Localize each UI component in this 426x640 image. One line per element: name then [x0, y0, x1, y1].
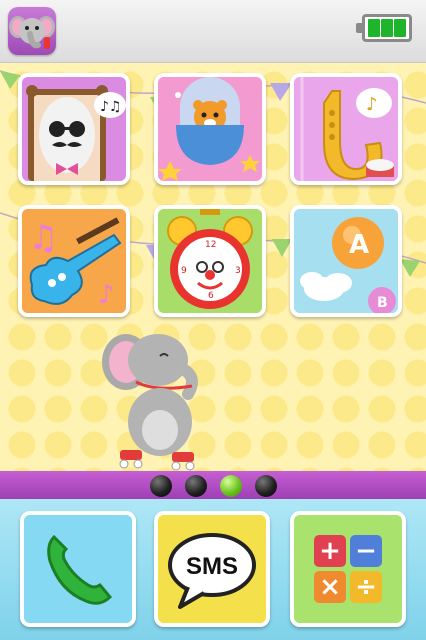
sms-label: SMS — [185, 553, 238, 580]
status-bar — [0, 0, 426, 63]
svg-text:♪: ♪ — [366, 94, 378, 115]
sms-button[interactable]: SMS — [154, 511, 270, 627]
page-dot-active[interactable] — [220, 475, 242, 497]
divide-symbol: ÷ — [355, 572, 377, 602]
calculator-button[interactable]: + − × ÷ — [290, 511, 406, 627]
tiger-capsule-icon — [158, 77, 262, 181]
tile-abc-balloons[interactable]: A B — [290, 205, 402, 317]
battery-cell — [368, 19, 380, 37]
times-symbol: × — [319, 572, 341, 602]
saxophone-drum-icon: ♪ — [294, 77, 398, 181]
plus-symbol: + — [319, 536, 341, 566]
svg-text:9: 9 — [181, 266, 187, 276]
battery-icon — [356, 14, 412, 42]
svg-text:A: A — [349, 230, 369, 260]
calculator-icon: + − × ÷ — [294, 515, 402, 623]
clown-alarm-clock-icon: 12 3 6 9 — [158, 209, 262, 313]
elephant-face-icon[interactable] — [8, 7, 56, 55]
tile-mr-white-portrait[interactable]: ♪♫ — [18, 73, 130, 185]
page-dot[interactable] — [150, 475, 172, 497]
minus-symbol: − — [355, 536, 377, 566]
tile-alarm-clock[interactable]: 12 3 6 9 — [154, 205, 266, 317]
letter-balloons-icon: A B — [294, 209, 398, 313]
dock: SMS + − × ÷ — [0, 499, 426, 640]
page-indicator — [0, 471, 426, 499]
tile-tiger-capsule[interactable] — [154, 73, 266, 185]
elephant-mascot — [102, 334, 198, 471]
svg-text:3: 3 — [235, 266, 241, 276]
electric-guitar-icon: ♫ ♪ — [22, 209, 126, 313]
svg-text:6: 6 — [208, 291, 214, 301]
phone-handset-icon — [24, 515, 132, 623]
battery-cell — [394, 19, 406, 37]
white-gentleman-portrait-icon: ♪♫ — [26, 85, 126, 181]
page-dot[interactable] — [185, 475, 207, 497]
svg-text:♪♫: ♪♫ — [100, 99, 122, 115]
svg-text:12: 12 — [205, 240, 216, 250]
svg-text:♪: ♪ — [98, 280, 115, 310]
page-dot[interactable] — [255, 475, 277, 497]
tile-guitar[interactable]: ♫ ♪ — [18, 205, 130, 317]
home-wallpaper: ♪♫ ♪ ♫ ♪ 12 3 6 9 A B — [0, 63, 426, 471]
svg-text:B: B — [377, 295, 388, 311]
phone-button[interactable] — [20, 511, 136, 627]
svg-text:♫: ♫ — [28, 218, 58, 258]
tile-saxophone[interactable]: ♪ — [290, 73, 402, 185]
battery-cell — [381, 19, 393, 37]
